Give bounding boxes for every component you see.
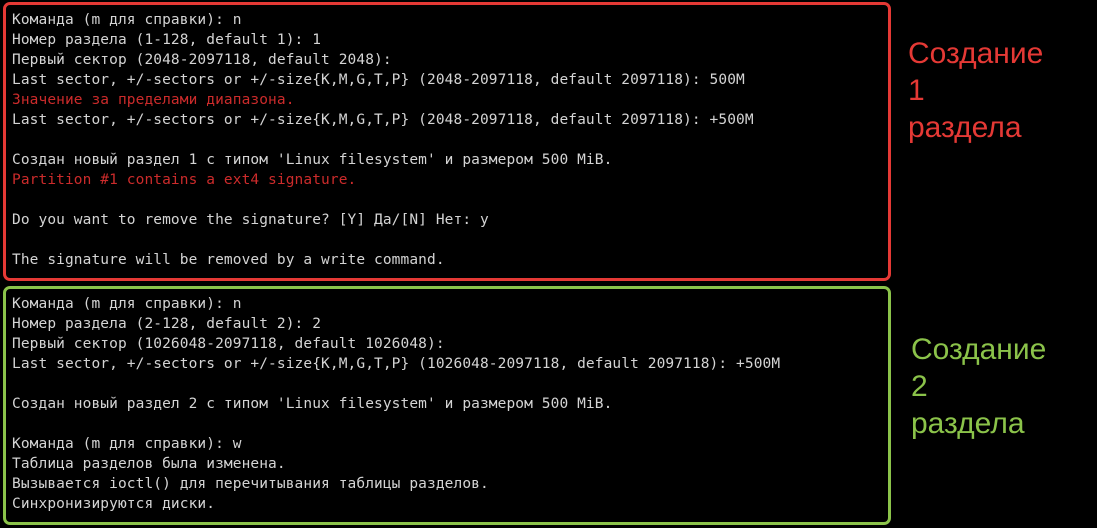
terminal-line: The signature will be removed by a write… xyxy=(12,252,445,268)
terminal-line: Last sector, +/-sectors or +/-size{K,M,G… xyxy=(12,356,781,372)
terminal-error-line: Значение за пределами диапазона. xyxy=(12,92,295,108)
terminal-line: Номер раздела (2-128, default 2): 2 xyxy=(12,316,322,332)
annotation-line: 2 xyxy=(911,370,928,403)
terminal-line: Первый сектор (2048-2097118, default 204… xyxy=(12,52,392,68)
terminal-line: Синхронизируются диски. xyxy=(12,496,216,512)
terminal-window: Команда (m для справки): n Номер раздела … xyxy=(0,0,1097,528)
partition-2-annotation: Создание 2 раздела xyxy=(911,331,1046,442)
terminal-line: Таблица разделов была изменена. xyxy=(12,456,286,472)
terminal-line: Команда (m для справки): n xyxy=(12,296,242,312)
annotation-line: раздела xyxy=(908,111,1022,144)
annotation-line: раздела xyxy=(911,407,1025,440)
annotation-line: Создание xyxy=(911,333,1047,366)
partition-1-output-box: Команда (m для справки): n Номер раздела … xyxy=(3,2,891,281)
terminal-line: Первый сектор (1026048-2097118, default … xyxy=(12,336,445,352)
terminal-line: Команда (m для справки): w xyxy=(12,436,242,452)
terminal-line: Вызывается ioctl() для перечитывания таб… xyxy=(12,476,489,492)
terminal-line: Номер раздела (1-128, default 1): 1 xyxy=(12,32,322,48)
terminal-line: Создан новый раздел 1 с типом 'Linux fil… xyxy=(12,152,613,168)
terminal-error-line: Partition #1 contains a ext4 signature. xyxy=(12,172,357,188)
terminal-line: Создан новый раздел 2 с типом 'Linux fil… xyxy=(12,396,613,412)
annotation-line: 1 xyxy=(908,74,925,107)
terminal-line: Last sector, +/-sectors or +/-size{K,M,G… xyxy=(12,112,754,128)
terminal-line: Last sector, +/-sectors or +/-size{K,M,G… xyxy=(12,72,745,88)
annotation-line: Создание xyxy=(908,37,1044,70)
terminal-line: Команда (m для справки): n xyxy=(12,12,242,28)
partition-1-annotation: Создание 1 раздела xyxy=(908,35,1043,146)
terminal-line: Do you want to remove the signature? [Y]… xyxy=(12,212,489,228)
partition-2-output-box: Команда (m для справки): n Номер раздела … xyxy=(3,286,891,525)
